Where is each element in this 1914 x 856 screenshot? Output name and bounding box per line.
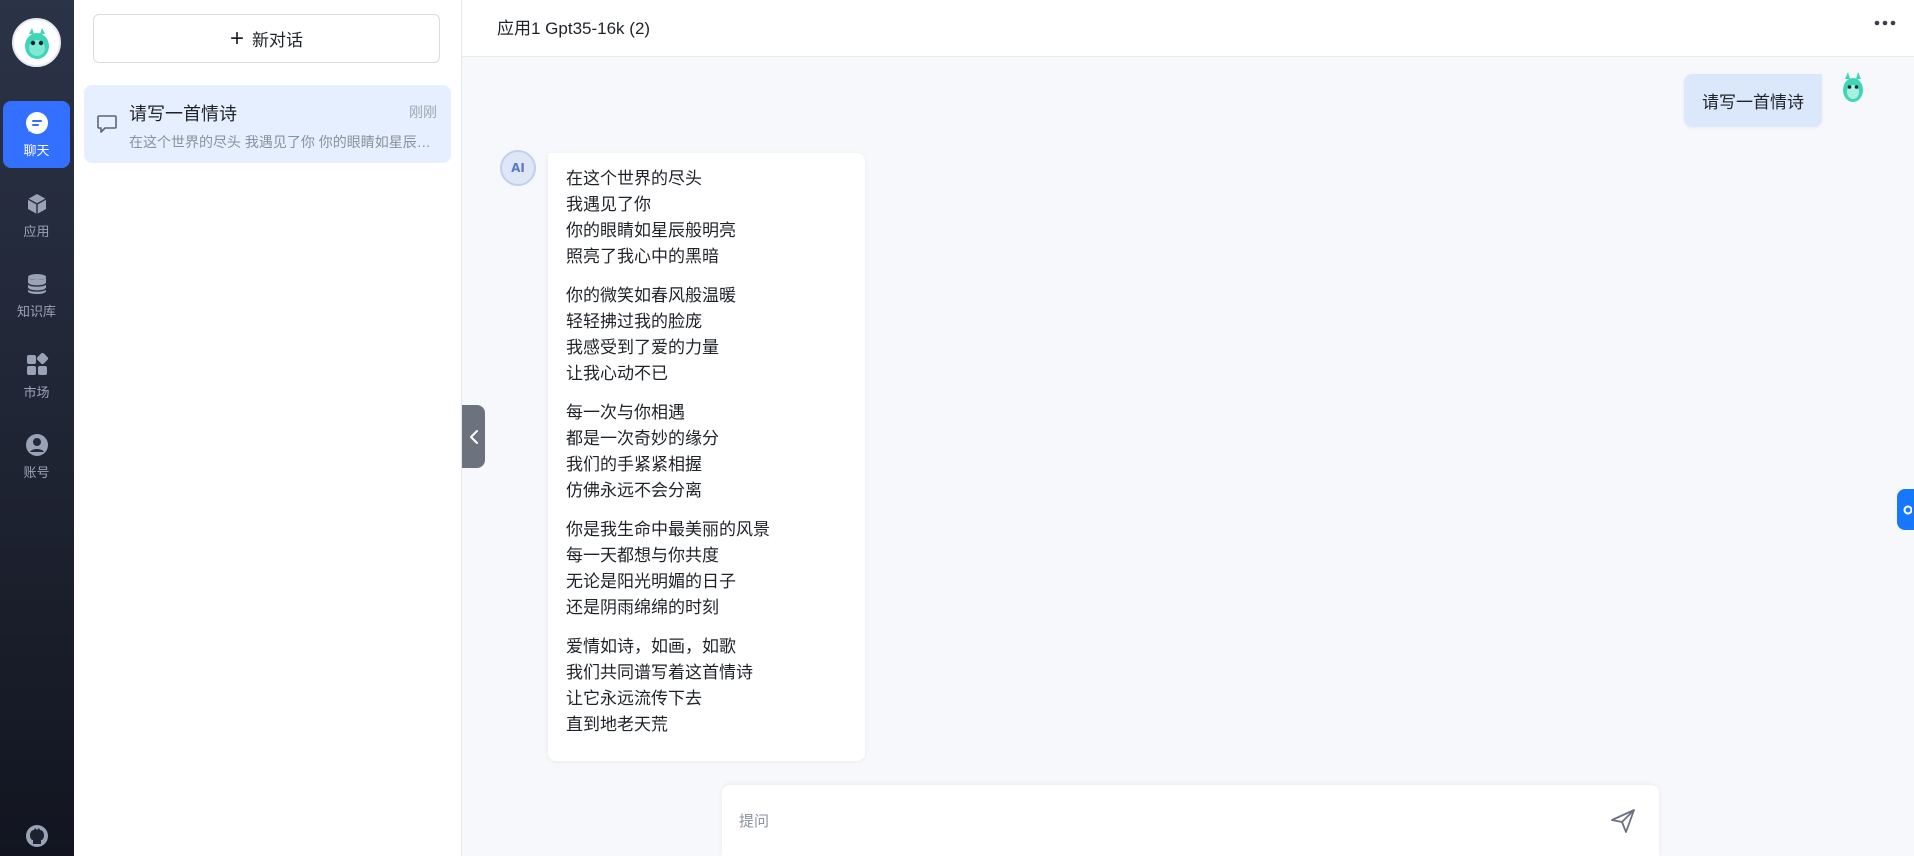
ai-avatar: AI [500,150,536,186]
user-message-text: 请写一首情诗 [1702,93,1804,112]
new-chat-label: 新对话 [252,31,303,50]
cube-icon [24,191,50,217]
chat-input-box [722,785,1659,856]
history-item-time: 刚刚 [409,104,437,120]
poem-line: 每一天都想与你共度 [566,546,719,565]
poem-line: 轻轻拂过我的脸庞 [566,312,702,331]
ai-avatar-icon: AI [511,161,525,175]
chat-title: 应用1 Gpt35-16k (2) [497,19,651,38]
ai-message: 在这个世界的尽头 我遇见了你 你的眼睛如星辰般明亮 照亮了我心中的黑暗 你的微笑… [548,153,865,761]
chevron-left-icon [469,429,478,444]
grid-icon [24,352,50,378]
send-icon [1611,809,1635,833]
plus-icon: + [229,24,244,52]
link-icon [1903,505,1912,514]
nav-label: 聊天 [23,143,50,158]
robot-logo-icon [24,27,49,59]
nav-label: 账号 [23,465,50,480]
poem-line: 我们的手紧紧相握 [566,455,702,474]
chat-icon [24,110,50,136]
nav-item-chat[interactable]: 聊天 [3,101,70,168]
github-link[interactable] [24,823,50,849]
user-avatar [1843,72,1863,102]
poem-stanza: 你的微笑如春风般温暖 轻轻拂过我的脸庞 我感受到了爱的力量 让我心动不已 [566,283,865,387]
chat-header: 应用1 Gpt35-16k (2) [462,0,1914,57]
history-item[interactable]: 请写一首情诗 刚刚 在这个世界的尽头 我遇见了你 你的眼睛如星辰般明亮 照亮了我… [84,85,451,163]
poem-stanza: 在这个世界的尽头 我遇见了你 你的眼睛如星辰般明亮 照亮了我心中的黑暗 [566,166,865,270]
nav-item-market[interactable]: 市场 [3,343,70,410]
poem-line: 在这个世界的尽头 [566,169,702,188]
poem-line: 你的眼睛如星辰般明亮 [566,221,736,240]
poem-line: 我感受到了爱的力量 [566,338,719,357]
poem-line: 都是一次奇妙的缘分 [566,429,719,448]
poem-line: 让我心动不已 [566,364,668,383]
question-input[interactable] [739,807,1559,835]
nav-item-apps[interactable]: 应用 [3,182,70,249]
history-item-preview: 在这个世界的尽头 我遇见了你 你的眼睛如星辰般明亮 照亮了我心中的黑暗 [129,134,437,150]
app-logo [12,18,61,67]
nav-label: 应用 [23,224,50,239]
poem-line: 我们共同谱写着这首情诗 [566,663,753,682]
poem-line: 照亮了我心中的黑暗 [566,247,719,266]
poem-line: 让它永远流传下去 [566,689,702,708]
new-chat-button[interactable]: + 新对话 [93,14,440,63]
nav-rail: 聊天 应用 知识库 市场 账号 [0,0,74,856]
poem-line: 我遇见了你 [566,195,651,214]
poem-line: 你的微笑如春风般温暖 [566,286,736,305]
more-options-button[interactable] [1870,12,1900,34]
github-icon [26,825,48,847]
database-icon [24,271,50,297]
poem-line: 仿佛永远不会分离 [566,481,702,500]
poem-line: 无论是阳光明媚的日子 [566,572,736,591]
nav-item-account[interactable]: 账号 [3,423,70,490]
poem-line: 爱情如诗，如画，如歌 [566,637,736,656]
nav-label: 知识库 [16,304,56,319]
collapse-sidebar-button[interactable] [462,405,485,468]
nav-label: 市场 [23,385,50,400]
send-button[interactable] [1607,805,1639,837]
poem-line: 还是阴雨绵绵的时刻 [566,598,719,617]
nav-item-knowledge-base[interactable]: 知识库 [3,262,70,329]
poem-stanza: 你是我生命中最美丽的风景 每一天都想与你共度 无论是阳光明媚的日子 还是阴雨绵绵… [566,517,865,621]
poem-line: 直到地老天荒 [566,715,668,734]
ellipsis-icon [1874,20,1896,26]
chat-bubble-icon [97,115,117,133]
user-icon [24,432,50,458]
poem-line: 每一次与你相遇 [566,403,685,422]
poem-line: 你是我生命中最美丽的风景 [566,520,770,539]
poem-stanza: 每一次与你相遇 都是一次奇妙的缘分 我们的手紧紧相握 仿佛永远不会分离 [566,400,865,504]
user-message: 请写一首情诗 [1684,74,1822,127]
poem-stanza: 爱情如诗，如画，如歌 我们共同谱写着这首情诗 让它永远流传下去 直到地老天荒 [566,634,865,738]
history-panel: + 新对话 请写一首情诗 刚刚 在这个世界的尽头 我遇见了你 你的眼睛如星辰般明… [74,0,462,856]
chat-main: 应用1 Gpt35-16k (2) 请写一首情诗 AI 在这个世界的尽头 我遇见… [462,0,1914,856]
history-item-title: 请写一首情诗 [129,104,237,124]
floating-widget-button[interactable] [1897,489,1914,530]
